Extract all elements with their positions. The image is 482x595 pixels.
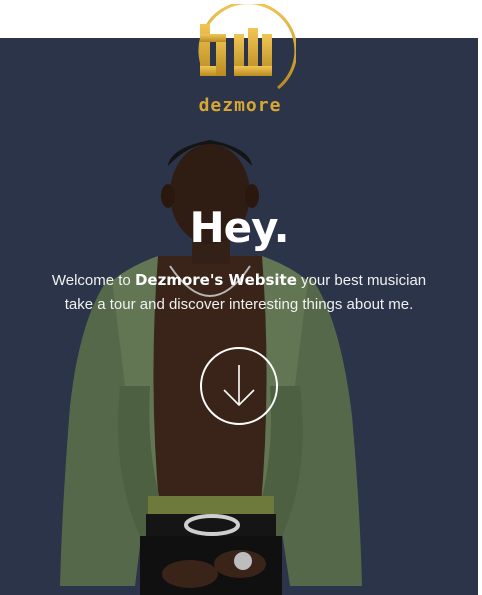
brand-wordmark[interactable]: dezmore <box>188 96 292 116</box>
welcome-line-1: Welcome to Dezmore's Website your best m… <box>0 268 478 293</box>
page: dezmore Hey. Welcome to Dezmore's Websit… <box>0 0 482 595</box>
hero-heading: Hey. <box>189 203 289 252</box>
hero-welcome-text: Welcome to Dezmore's Website your best m… <box>0 268 478 317</box>
scroll-down-button[interactable] <box>200 347 278 425</box>
right-edge-strip <box>478 0 482 595</box>
welcome-line-2: take a tour and discover interesting thi… <box>64 296 414 313</box>
welcome-prefix: Welcome to <box>51 272 135 289</box>
welcome-site-name: Dezmore's Website <box>134 271 297 289</box>
hero-portrait-image <box>60 140 362 595</box>
welcome-suffix: your best musician <box>296 272 427 289</box>
arrow-down-icon <box>223 365 255 407</box>
